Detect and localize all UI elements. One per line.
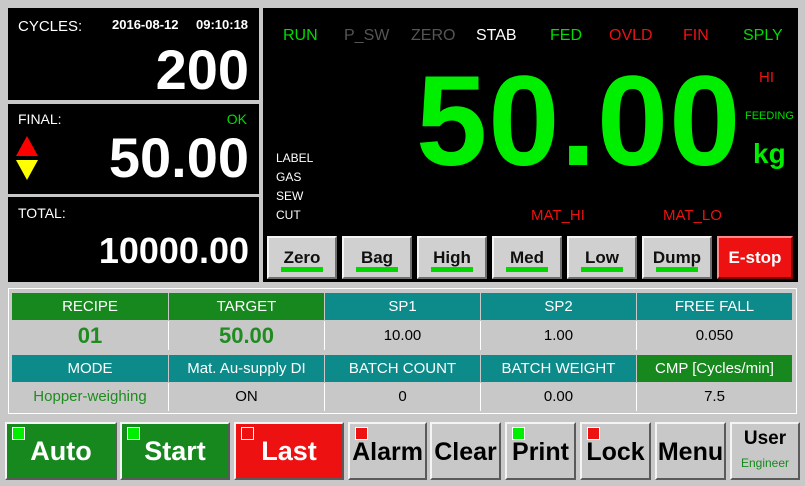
cycles-panel: CYCLES: 2016-08-12 09:10:18 200: [8, 8, 259, 100]
header-target: TARGET: [169, 293, 324, 320]
mat-lo-indicator: MAT_LO: [663, 207, 722, 224]
med-button-label: Med: [510, 248, 544, 267]
header-mat-supply: Mat. Au-supply DI: [169, 355, 324, 382]
target-value[interactable]: 50.00: [169, 321, 325, 350]
total-value: 10000.00: [98, 230, 249, 271]
dump-button[interactable]: Dump: [642, 236, 712, 279]
start-led: [127, 427, 140, 440]
low-button[interactable]: Low: [567, 236, 637, 279]
auto-button-label: Auto: [30, 436, 92, 466]
flag-zero: ZERO: [411, 27, 456, 44]
final-label: FINAL:: [18, 111, 62, 127]
zero-button-label: Zero: [283, 248, 321, 267]
lock-button-label: Lock: [586, 438, 645, 466]
free-fall-value[interactable]: 0.050: [637, 321, 792, 350]
flag-ovld: OVLD: [609, 27, 653, 44]
header-recipe: RECIPE: [12, 293, 168, 320]
flag-p-sw: P_SW: [344, 27, 390, 44]
mat-hi-indicator: MAT_HI: [531, 207, 585, 224]
header-sp1: SP1: [325, 293, 480, 320]
cycles-value: 200: [155, 38, 249, 101]
weight-unit: kg: [753, 138, 786, 169]
menu-button[interactable]: Menu: [655, 422, 726, 480]
clear-button[interactable]: Clear: [430, 422, 501, 480]
sp2-value[interactable]: 1.00: [481, 321, 637, 350]
print-button[interactable]: Print: [505, 422, 576, 480]
header-batch-weight: BATCH WEIGHT: [481, 355, 636, 382]
flag-stab: STAB: [476, 27, 517, 44]
high-indicator: [431, 267, 473, 272]
feeding-indicator: FEEDING: [745, 110, 794, 122]
header-batch-count: BATCH COUNT: [325, 355, 480, 382]
zero-indicator: [281, 267, 323, 272]
print-led: [512, 427, 525, 440]
dump-button-label: Dump: [652, 248, 702, 267]
dump-indicator: [656, 267, 698, 272]
user-role: Engineer: [740, 456, 790, 470]
alarm-button-label: Alarm: [352, 438, 423, 466]
alarm-button[interactable]: Alarm: [348, 422, 427, 480]
recipe-value[interactable]: 01: [12, 321, 169, 350]
lock-button[interactable]: Lock: [580, 422, 651, 480]
up-arrow-icon: [16, 136, 38, 156]
start-button-label: Start: [144, 436, 206, 466]
flag-fin: FIN: [683, 27, 709, 44]
estop-button-label: E-stop: [728, 248, 782, 267]
low-button-label: Low: [585, 248, 619, 267]
auto-button[interactable]: Auto: [5, 422, 117, 480]
lock-led: [587, 427, 600, 440]
output-label: LABEL: [276, 151, 314, 165]
high-button[interactable]: High: [417, 236, 487, 279]
bag-button-label: Bag: [360, 248, 394, 267]
flag-fed: FED: [550, 27, 582, 44]
batch-count-value: 0: [325, 383, 481, 411]
high-button-label: High: [433, 248, 471, 267]
output-gas: GAS: [276, 170, 302, 184]
cmp-value: 7.5: [637, 383, 792, 411]
zero-button[interactable]: Zero: [267, 236, 337, 279]
output-sew: SEW: [276, 189, 304, 203]
hi-indicator: HI: [759, 69, 774, 86]
med-indicator: [506, 267, 548, 272]
mode-value[interactable]: Hopper-weighing: [12, 383, 169, 411]
final-panel: FINAL: OK 50.00: [8, 104, 259, 194]
flag-run: RUN: [283, 27, 318, 44]
clear-button-label: Clear: [434, 438, 497, 466]
mat-supply-value[interactable]: ON: [169, 383, 325, 411]
low-indicator: [581, 267, 623, 272]
user-button-label: User: [743, 428, 787, 449]
total-panel: TOTAL: 10000.00: [8, 197, 259, 282]
header-sp2: SP2: [481, 293, 636, 320]
total-label: TOTAL:: [18, 205, 66, 221]
auto-led: [12, 427, 25, 440]
recipe-table: RECIPE TARGET SP1 SP2 FREE FALL 01 50.00…: [8, 288, 797, 414]
final-value: 50.00: [108, 126, 249, 189]
header-cmp: CMP [Cycles/min]: [637, 355, 792, 382]
cycles-date: 2016-08-12: [112, 17, 179, 32]
flag-sply: SPLY: [743, 27, 783, 44]
last-button-label: Last: [261, 436, 317, 466]
cycles-time: 09:10:18: [196, 17, 249, 32]
output-cut: CUT: [276, 208, 301, 222]
print-button-label: Print: [512, 438, 569, 466]
header-free-fall: FREE FALL: [637, 293, 792, 320]
estop-button[interactable]: E-stop: [717, 236, 793, 279]
bag-indicator: [356, 267, 398, 272]
weight-value: 50.00: [416, 50, 742, 193]
alarm-led: [355, 427, 368, 440]
med-button[interactable]: Med: [492, 236, 562, 279]
down-arrow-icon: [16, 160, 38, 180]
cycles-label: CYCLES:: [18, 18, 83, 35]
last-button[interactable]: Last: [234, 422, 344, 480]
sp1-value[interactable]: 10.00: [325, 321, 481, 350]
bag-button[interactable]: Bag: [342, 236, 412, 279]
start-button[interactable]: Start: [120, 422, 230, 480]
header-mode: MODE: [12, 355, 168, 382]
batch-weight-value: 0.00: [481, 383, 637, 411]
final-status: OK: [226, 111, 247, 127]
user-button[interactable]: User Engineer: [730, 422, 800, 480]
last-led: [241, 427, 254, 440]
menu-button-label: Menu: [657, 438, 724, 466]
